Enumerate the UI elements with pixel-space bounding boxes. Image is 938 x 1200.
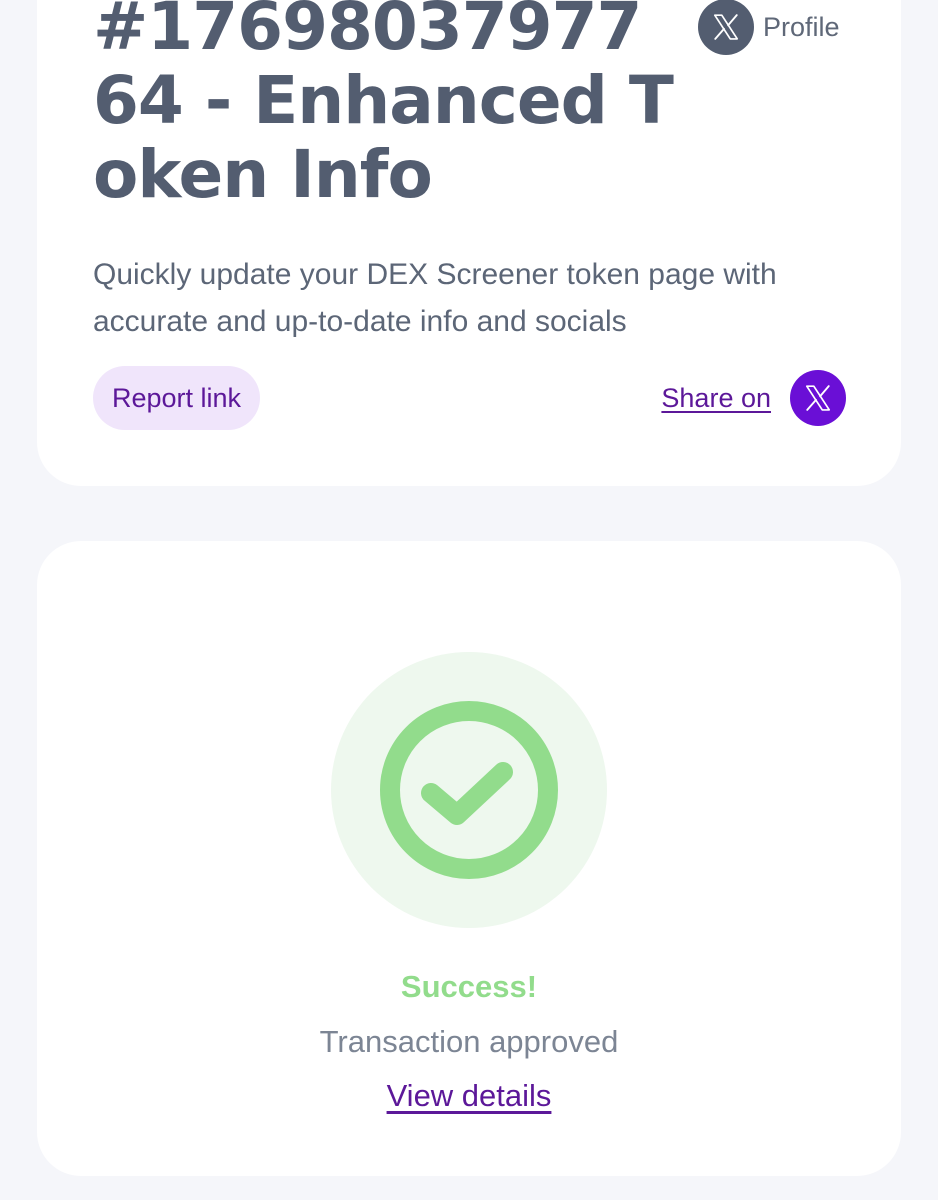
status-message: Transaction approved <box>319 1024 619 1059</box>
profile-link[interactable]: Profile <box>698 0 840 55</box>
share-label: Share on <box>661 382 771 413</box>
report-link-button[interactable]: Report link <box>93 366 261 430</box>
status-title: Success! <box>400 969 538 1004</box>
page-title: #1769803797764 - Enhanced Token Info <box>93 0 674 213</box>
transaction-status-card: Success! Transaction approved View detai… <box>37 541 901 1176</box>
page-description: Quickly update your DEX Screener token p… <box>93 258 777 338</box>
details-link-row: View details <box>37 1078 901 1114</box>
check-circle-icon <box>380 701 558 879</box>
x-logo-icon <box>698 0 754 55</box>
profile-label: Profile <box>763 11 840 42</box>
view-details-link[interactable]: View details <box>387 1078 552 1113</box>
order-info-card: #1769803797764 - Enhanced Token Info Pro… <box>37 0 901 486</box>
share-on-x-link[interactable]: Share on <box>661 370 846 426</box>
x-logo-icon <box>790 370 846 426</box>
